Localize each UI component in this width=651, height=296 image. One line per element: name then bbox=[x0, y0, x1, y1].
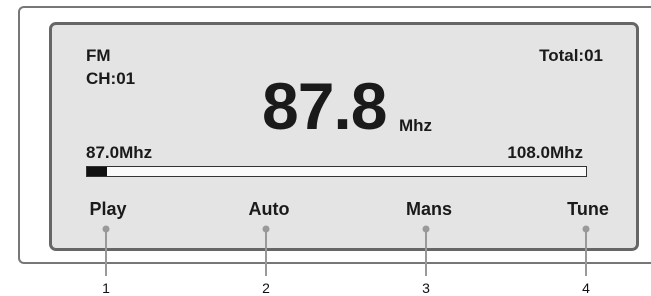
callout-line-4 bbox=[585, 229, 587, 276]
frequency-readout: 87.8 bbox=[262, 69, 387, 143]
channel-label: CH:01 bbox=[86, 69, 136, 88]
range-min-label: 87.0Mhz bbox=[86, 143, 153, 162]
mans-button[interactable]: Mans bbox=[406, 199, 452, 220]
callout-line-2 bbox=[265, 229, 267, 276]
lcd-display: FM CH:01 Total:01 87.8 Mhz 87.0Mhz 108.0… bbox=[49, 22, 639, 251]
frequency-unit: Mhz bbox=[399, 116, 433, 135]
total-channels: Total:01 bbox=[539, 46, 603, 65]
auto-button[interactable]: Auto bbox=[249, 199, 290, 220]
play-button[interactable]: Play bbox=[89, 199, 126, 220]
tuning-bar-fill bbox=[87, 167, 107, 176]
callout-line-3 bbox=[425, 229, 427, 276]
callout-line-1 bbox=[105, 229, 107, 276]
range-max-label: 108.0Mhz bbox=[507, 143, 583, 162]
tuning-bar[interactable] bbox=[86, 166, 587, 177]
tune-button[interactable]: Tune bbox=[567, 199, 609, 220]
band-label: FM bbox=[86, 46, 111, 65]
